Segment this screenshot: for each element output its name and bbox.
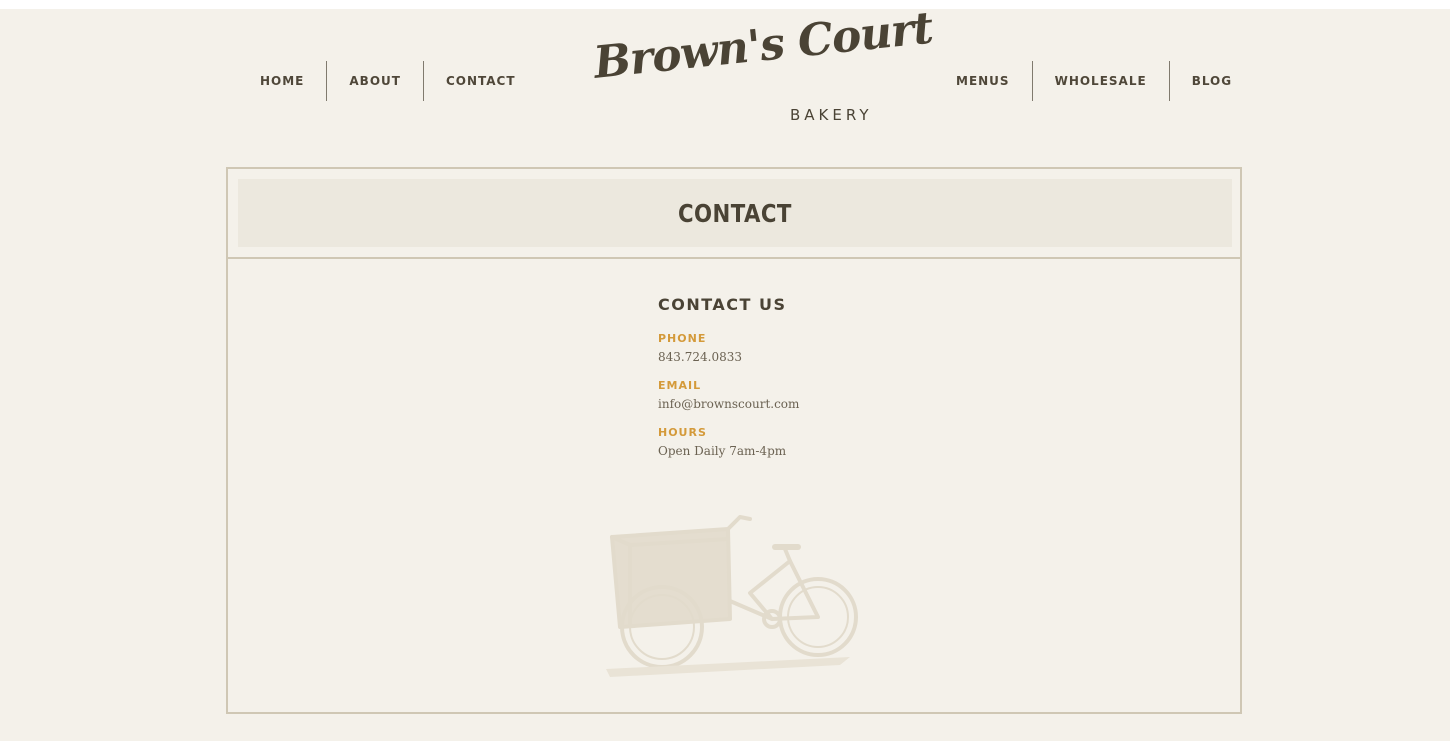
page-title: CONTACT xyxy=(678,198,792,228)
top-strip xyxy=(0,0,1450,9)
contact-heading: CONTACT US xyxy=(658,295,787,314)
nav-left: HOME ABOUT CONTACT xyxy=(238,60,538,102)
title-band: CONTACT xyxy=(238,179,1232,247)
nav-blog[interactable]: BLOG xyxy=(1170,74,1254,88)
email-value[interactable]: info@brownscourt.com xyxy=(658,396,958,412)
email-field: EMAIL info@brownscourt.com xyxy=(658,379,958,412)
logo[interactable]: Brown's Court BAKERY xyxy=(590,3,934,132)
hours-value: Open Daily 7am-4pm xyxy=(658,444,787,458)
phone-value[interactable]: 843.724.0833 xyxy=(658,349,958,365)
nav-divider xyxy=(326,61,328,101)
hours-label: HOURS xyxy=(658,426,707,439)
phone-field: PHONE 843.724.0833 xyxy=(658,332,958,365)
nav-divider xyxy=(1168,61,1170,101)
content-card: CONTACT CONTACT US PHONE 843.724.0833 EM… xyxy=(226,167,1242,714)
nav-right: MENUS WHOLESALE BLOG xyxy=(934,60,1254,102)
nav-about[interactable]: ABOUT xyxy=(327,74,423,88)
nav-divider xyxy=(422,61,424,101)
nav-contact[interactable]: CONTACT xyxy=(424,74,538,88)
title-divider xyxy=(228,257,1240,259)
email-label: EMAIL xyxy=(658,379,702,392)
contact-section: CONTACT US PHONE 843.724.0833 EMAIL info… xyxy=(658,295,958,473)
phone-label: PHONE xyxy=(658,332,707,345)
nav-menus[interactable]: MENUS xyxy=(934,74,1032,88)
logo-subtitle: BAKERY xyxy=(790,106,873,124)
nav-home[interactable]: HOME xyxy=(238,74,326,88)
hours-field: HOURS Open Daily 7am-4pm xyxy=(658,426,958,459)
bicycle-cart-icon xyxy=(606,515,858,677)
logo-script: Brown's Court xyxy=(591,2,935,89)
nav-divider xyxy=(1031,61,1033,101)
nav-wholesale[interactable]: WHOLESALE xyxy=(1033,74,1169,88)
